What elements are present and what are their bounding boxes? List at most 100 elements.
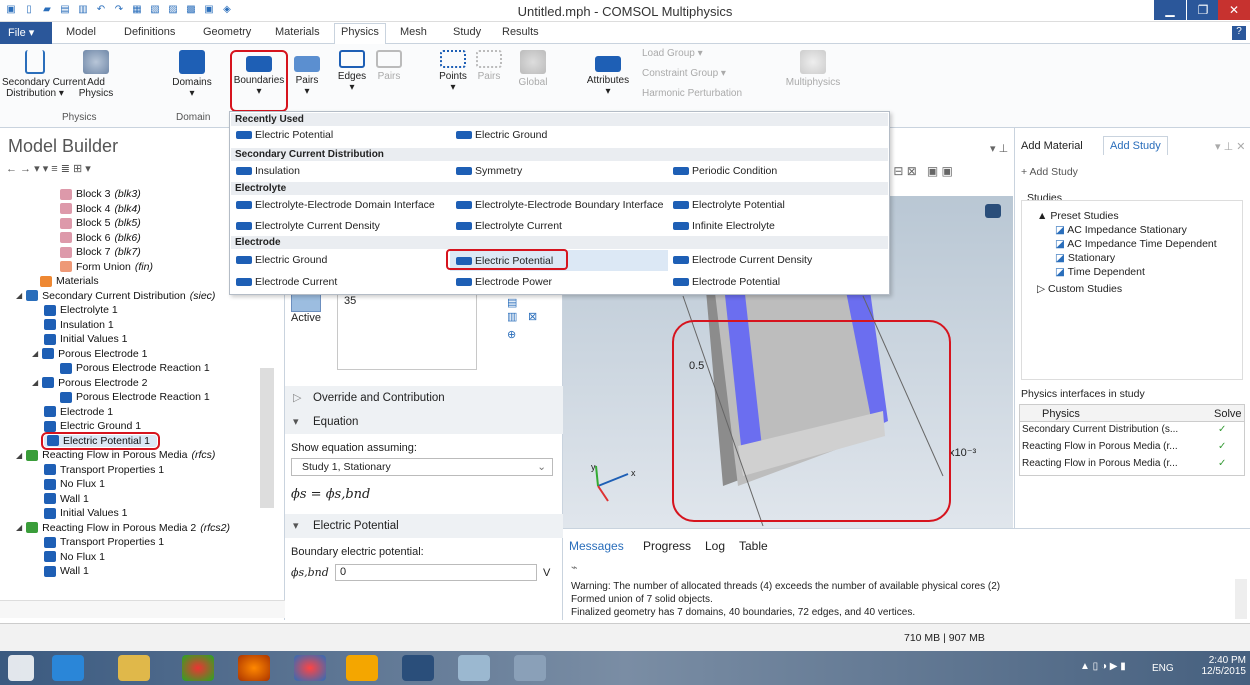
menu-item-electric-ground-recent[interactable]: Electric Ground <box>456 129 547 141</box>
close-button[interactable]: ✕ <box>1218 0 1250 20</box>
override-section[interactable]: Override and Contribution <box>285 386 563 410</box>
tree-horizontal-scrollbar[interactable] <box>0 600 285 618</box>
menu-item-electrode-current-density[interactable]: Electrode Current Density <box>673 254 812 266</box>
tree-node[interactable]: ◢ Reacting Flow in Porous Media 2 (rfcs2) <box>16 522 230 534</box>
tree-node[interactable]: ◢ Porous Electrode 2 <box>32 377 151 389</box>
harmonic-perturbation-button[interactable]: Harmonic Perturbation <box>642 88 742 99</box>
tab-log[interactable]: Log <box>705 539 725 553</box>
expand-toggle-icon[interactable]: ◢ <box>16 451 22 460</box>
study-ac-impedance-time-dependent[interactable]: ◪ AC Impedance Time Dependent <box>1055 238 1217 250</box>
menu-item-electrolyte-potential[interactable]: Electrolyte Potential <box>673 199 785 211</box>
tree-node[interactable]: Materials <box>40 275 103 287</box>
menu-item-electrode-potential[interactable]: Electrode Potential <box>673 276 780 288</box>
menu-item-electrode-current[interactable]: Electrode Current <box>236 276 337 288</box>
tab-messages[interactable]: Messages <box>569 539 624 553</box>
tree-node[interactable]: Block 6 (blk6) <box>60 232 141 244</box>
zoom-selection-icon[interactable]: ⊕ <box>507 328 516 341</box>
table-row[interactable]: Reacting Flow in Porous Media (r... ✓ <box>1022 458 1226 469</box>
file-explorer-icon[interactable] <box>118 655 150 681</box>
messages-scrollbar[interactable] <box>1235 579 1247 619</box>
tab-materials[interactable]: Materials <box>275 26 320 38</box>
potential-input[interactable]: 0 <box>335 564 537 581</box>
start-icon[interactable] <box>8 655 34 681</box>
expand-toggle-icon[interactable]: ◢ <box>32 349 38 358</box>
comsol-icon[interactable] <box>402 655 434 681</box>
constraint-group-menu[interactable]: Constraint Group ▾ <box>642 68 726 79</box>
selection-list[interactable]: 35 <box>337 294 477 370</box>
tab-model[interactable]: Model <box>66 26 96 38</box>
tree-node[interactable]: Initial Values 1 <box>44 333 132 345</box>
language-indicator[interactable]: ENG <box>1152 663 1174 674</box>
equation-section[interactable]: Equation <box>285 410 563 434</box>
menu-item-periodic-condition[interactable]: Periodic Condition <box>673 165 777 177</box>
clock[interactable]: 2:40 PM 12/5/2015 <box>1198 655 1247 677</box>
points-button[interactable]: Points ▾ <box>436 50 470 93</box>
domains-button[interactable]: Domains ▾ <box>170 50 214 99</box>
tree-node[interactable]: Block 5 (blk5) <box>60 217 141 229</box>
expand-toggle-icon[interactable]: ◢ <box>32 378 38 387</box>
menu-item-infinite-electrolyte[interactable]: Infinite Electrolyte <box>673 220 775 232</box>
tree-node[interactable]: Electrode 1 <box>44 406 117 418</box>
study-select[interactable]: Study 1, Stationary ⌄ <box>291 458 553 476</box>
table-row[interactable]: Secondary Current Distribution (s... ✓ <box>1022 424 1226 435</box>
global-button[interactable]: Global <box>515 50 551 88</box>
point-pairs-button[interactable]: Pairs <box>474 50 504 82</box>
menu-item-electrolyte-current[interactable]: Electrolyte Current <box>456 220 562 232</box>
graphics-toolbar[interactable]: ⊟ ⊟ ⊠ ▣ ▣ <box>880 164 953 178</box>
menu-item-electrolyte-electrode-boundary-interface[interactable]: Electrolyte-Electrode Boundary Interface <box>456 199 664 211</box>
tab-geometry[interactable]: Geometry <box>203 26 251 38</box>
tab-mesh[interactable]: Mesh <box>400 26 427 38</box>
expand-toggle-icon[interactable]: ◢ <box>16 523 22 532</box>
file-menu[interactable]: File ▾ <box>0 22 52 44</box>
secondary-current-distribution-button[interactable]: Secondary Current Distribution ▾ <box>2 50 86 99</box>
tab-results[interactable]: Results <box>502 26 539 38</box>
paste-selection-icon[interactable]: ▤ <box>507 296 517 309</box>
menu-item-symmetry[interactable]: Symmetry <box>456 165 522 177</box>
clear-selection-icon[interactable]: ⊠ <box>528 310 537 323</box>
load-group-menu[interactable]: Load Group ▾ <box>642 48 703 59</box>
tab-add-study[interactable]: Add Study <box>1103 136 1168 155</box>
menu-item-electrolyte-current-density[interactable]: Electrolyte Current Density <box>236 220 380 232</box>
tree-node[interactable]: Electric Ground 1 <box>44 420 145 432</box>
tree-node[interactable]: ◢ Reacting Flow in Porous Media (rfcs) <box>16 449 215 461</box>
tree-node[interactable]: Initial Values 1 <box>44 507 132 519</box>
maximize-button[interactable]: ❐ <box>1187 0 1219 20</box>
chrome-icon[interactable] <box>182 655 214 681</box>
menu-item-insulation[interactable]: Insulation <box>236 165 300 177</box>
tab-table[interactable]: Table <box>739 539 768 553</box>
tree-node[interactable]: Block 3 (blk3) <box>60 188 141 200</box>
minimize-button[interactable]: ▁ <box>1154 0 1186 20</box>
copy-selection-icon[interactable]: ▥ <box>507 310 517 323</box>
expand-toggle-icon[interactable]: ◢ <box>16 291 22 300</box>
tree-vertical-scrollbar[interactable] <box>260 368 274 508</box>
tab-progress[interactable]: Progress <box>643 539 691 553</box>
tree-node[interactable]: Wall 1 <box>44 493 93 505</box>
study-time-dependent[interactable]: ◪ Time Dependent <box>1055 266 1145 278</box>
snipping-tool-icon[interactable] <box>514 655 546 681</box>
edges-button[interactable]: Edges ▾ <box>336 50 368 93</box>
check-icon[interactable]: ✓ <box>1218 424 1226 435</box>
tree-node[interactable]: Transport Properties 1 <box>44 464 168 476</box>
check-icon[interactable]: ✓ <box>1218 458 1226 469</box>
panel-controls[interactable]: ▾ ⊥ ✕ <box>1215 140 1245 153</box>
firefox-icon[interactable] <box>238 655 270 681</box>
multiphysics-button[interactable]: Multiphysics <box>778 50 848 88</box>
tree-node[interactable]: Transport Properties 1 <box>44 536 168 548</box>
preset-studies-node[interactable]: ▲ Preset Studies <box>1037 210 1119 222</box>
tree-node[interactable]: Block 4 (blk4) <box>60 203 141 215</box>
system-tray-icons[interactable]: ▲ ▯ ◑ ▶ ▮ <box>1080 661 1126 672</box>
tree-node[interactable]: Porous Electrode Reaction 1 <box>60 362 214 374</box>
attributes-button[interactable]: Attributes ▾ <box>583 50 633 97</box>
tab-physics[interactable]: Physics <box>334 23 386 44</box>
electric-potential-section[interactable]: Electric Potential <box>285 514 563 538</box>
check-icon[interactable]: ✓ <box>1218 441 1226 452</box>
comsol-launcher-icon[interactable] <box>294 655 326 681</box>
tab-add-material[interactable]: Add Material <box>1021 140 1083 152</box>
store-icon[interactable] <box>346 655 378 681</box>
tab-study[interactable]: Study <box>453 26 481 38</box>
help-button[interactable]: ? <box>1232 26 1246 40</box>
pin-icon[interactable]: ▾ ⊥ <box>990 142 1008 155</box>
tree-node[interactable]: ◢ Porous Electrode 1 <box>32 348 151 360</box>
menu-item-electric-potential-recent[interactable]: Electric Potential <box>236 129 333 141</box>
internet-explorer-icon[interactable] <box>52 655 84 681</box>
